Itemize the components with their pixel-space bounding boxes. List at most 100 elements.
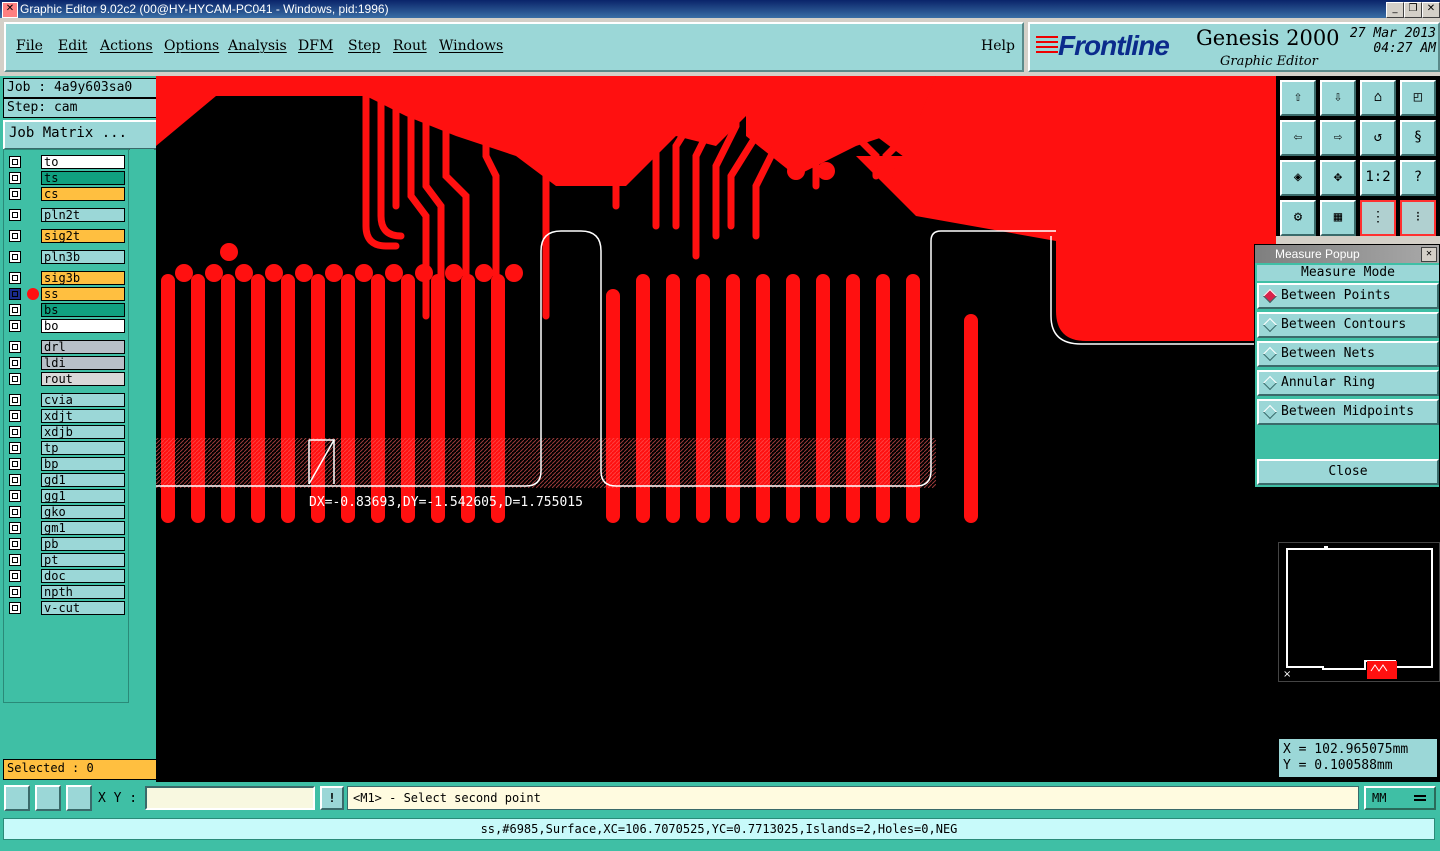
layer-checkbox[interactable]: [9, 490, 21, 502]
menu-analysis[interactable]: Analysis: [228, 38, 287, 54]
layer-row-bs[interactable]: bs: [7, 303, 129, 318]
layer-checkbox[interactable]: [9, 230, 21, 242]
layer-name[interactable]: pt: [41, 553, 125, 567]
mode-between-midpoints[interactable]: Between Midpoints: [1257, 399, 1439, 425]
zoom-fit-icon[interactable]: ◈: [1280, 160, 1316, 196]
mode-between-points[interactable]: Between Points: [1257, 283, 1439, 309]
layer-checkbox[interactable]: [9, 272, 21, 284]
layer-row-sig3b[interactable]: sig3b: [7, 271, 129, 286]
layer-checkbox[interactable]: [9, 586, 21, 598]
grid-snap-icon[interactable]: [66, 785, 92, 811]
mode-annular-ring[interactable]: Annular Ring: [1257, 370, 1439, 396]
layer-checkbox[interactable]: [9, 522, 21, 534]
layer-checkbox[interactable]: [9, 172, 21, 184]
snap-angle-icon[interactable]: [35, 785, 61, 811]
layer-name[interactable]: ss: [41, 287, 125, 301]
menu-edit[interactable]: Edit: [58, 38, 87, 54]
layer-row-gm1[interactable]: gm1: [7, 521, 129, 536]
layer-name[interactable]: doc: [41, 569, 125, 583]
layer-row-npth[interactable]: npth: [7, 585, 129, 600]
layer-checkbox[interactable]: [9, 288, 21, 300]
pan-up-icon[interactable]: ⇧: [1280, 80, 1316, 116]
layer-name[interactable]: pln3b: [41, 250, 125, 264]
layer-checkbox[interactable]: [9, 506, 21, 518]
layer-checkbox[interactable]: [9, 426, 21, 438]
layer-row-pb[interactable]: pb: [7, 537, 129, 552]
layer-checkbox[interactable]: [9, 458, 21, 470]
layer-row-pln3b[interactable]: pln3b: [7, 250, 129, 265]
menu-dfm[interactable]: DFM: [298, 38, 333, 54]
help-icon[interactable]: ?: [1400, 160, 1436, 196]
layer-name[interactable]: gm1: [41, 521, 125, 535]
home-icon[interactable]: ⌂: [1360, 80, 1396, 116]
layer-name[interactable]: tp: [41, 441, 125, 455]
layer-name[interactable]: rout: [41, 372, 125, 386]
exclaim-button[interactable]: !: [320, 786, 344, 810]
layer-name[interactable]: cvia: [41, 393, 125, 407]
layer-checkbox[interactable]: [9, 357, 21, 369]
tools-icon[interactable]: ⚙: [1280, 200, 1316, 236]
menu-windows[interactable]: Windows: [439, 38, 503, 54]
layer-checkbox[interactable]: [9, 554, 21, 566]
layer-row-ts[interactable]: ts: [7, 171, 129, 186]
layer-row-ldi[interactable]: ldi: [7, 356, 129, 371]
popup-close-button[interactable]: Close: [1257, 459, 1439, 485]
layer-name[interactable]: cs: [41, 187, 125, 201]
layer-row-drl[interactable]: drl: [7, 340, 129, 355]
layer-name[interactable]: ts: [41, 171, 125, 185]
layer-checkbox[interactable]: [9, 341, 21, 353]
layer-name[interactable]: xdjt: [41, 409, 125, 423]
minimap[interactable]: ×: [1278, 542, 1440, 682]
layer-name[interactable]: sig3b: [41, 271, 125, 285]
layer-checkbox[interactable]: [9, 602, 21, 614]
layer-checkbox[interactable]: [9, 188, 21, 200]
menu-actions[interactable]: Actions: [100, 38, 153, 54]
layer-checkbox[interactable]: [9, 156, 21, 168]
layer-name[interactable]: gko: [41, 505, 125, 519]
layer-list-scrollbar[interactable]: [130, 149, 154, 757]
layer-name[interactable]: gg1: [41, 489, 125, 503]
unit-selector[interactable]: MM: [1364, 786, 1436, 810]
layer-name[interactable]: pln2t: [41, 208, 125, 222]
layer-checkbox[interactable]: [9, 410, 21, 422]
layer-row-gko[interactable]: gko: [7, 505, 129, 520]
layer-checkbox[interactable]: [9, 209, 21, 221]
zoom-in-icon[interactable]: ✥: [1320, 160, 1356, 196]
menu-step[interactable]: Step: [348, 38, 380, 54]
layer-name[interactable]: gd1: [41, 473, 125, 487]
layer-checkbox[interactable]: [9, 251, 21, 263]
layer-row-xdjt[interactable]: xdjt: [7, 409, 129, 424]
mode-between-contours[interactable]: Between Contours: [1257, 312, 1439, 338]
popup-close-icon[interactable]: ✕: [1421, 247, 1437, 262]
layer-name[interactable]: drl: [41, 340, 125, 354]
menu-help[interactable]: Help: [981, 38, 1015, 54]
layer-row-bp[interactable]: bp: [7, 457, 129, 472]
layer-row-doc[interactable]: doc: [7, 569, 129, 584]
layer-row-pt[interactable]: pt: [7, 553, 129, 568]
layer-name[interactable]: bo: [41, 319, 125, 333]
layer-name[interactable]: pb: [41, 537, 125, 551]
layer-checkbox[interactable]: [9, 373, 21, 385]
layer-name[interactable]: bp: [41, 457, 125, 471]
pan-left-icon[interactable]: ⇦: [1280, 120, 1316, 156]
mode-between-nets[interactable]: Between Nets: [1257, 341, 1439, 367]
minimize-icon[interactable]: _: [1386, 2, 1404, 18]
layer-row-tp[interactable]: tp: [7, 441, 129, 456]
layer-name[interactable]: v-cut: [41, 601, 125, 615]
layer-checkbox[interactable]: [9, 320, 21, 332]
graphic-canvas[interactable]: DX=-0.83693,DY=-1.542605,D=1.755015: [156, 72, 1276, 782]
layer-name[interactable]: npth: [41, 585, 125, 599]
layer-row-rout[interactable]: rout: [7, 372, 129, 387]
layer-checkbox[interactable]: [9, 474, 21, 486]
zoom-ratio-button[interactable]: 1:2: [1360, 160, 1396, 196]
pan-down-icon[interactable]: ⇩: [1320, 80, 1356, 116]
layer-checkbox[interactable]: [9, 394, 21, 406]
layer-row-to[interactable]: to: [7, 155, 129, 170]
layer-row-ss[interactable]: ss: [7, 287, 129, 302]
layer-name[interactable]: ldi: [41, 356, 125, 370]
layer-name[interactable]: sig2t: [41, 229, 125, 243]
layer-row-cvia[interactable]: cvia: [7, 393, 129, 408]
menu-rout[interactable]: Rout: [393, 38, 427, 54]
layer-row-v-cut[interactable]: v-cut: [7, 601, 129, 616]
layer-checkbox[interactable]: [9, 538, 21, 550]
